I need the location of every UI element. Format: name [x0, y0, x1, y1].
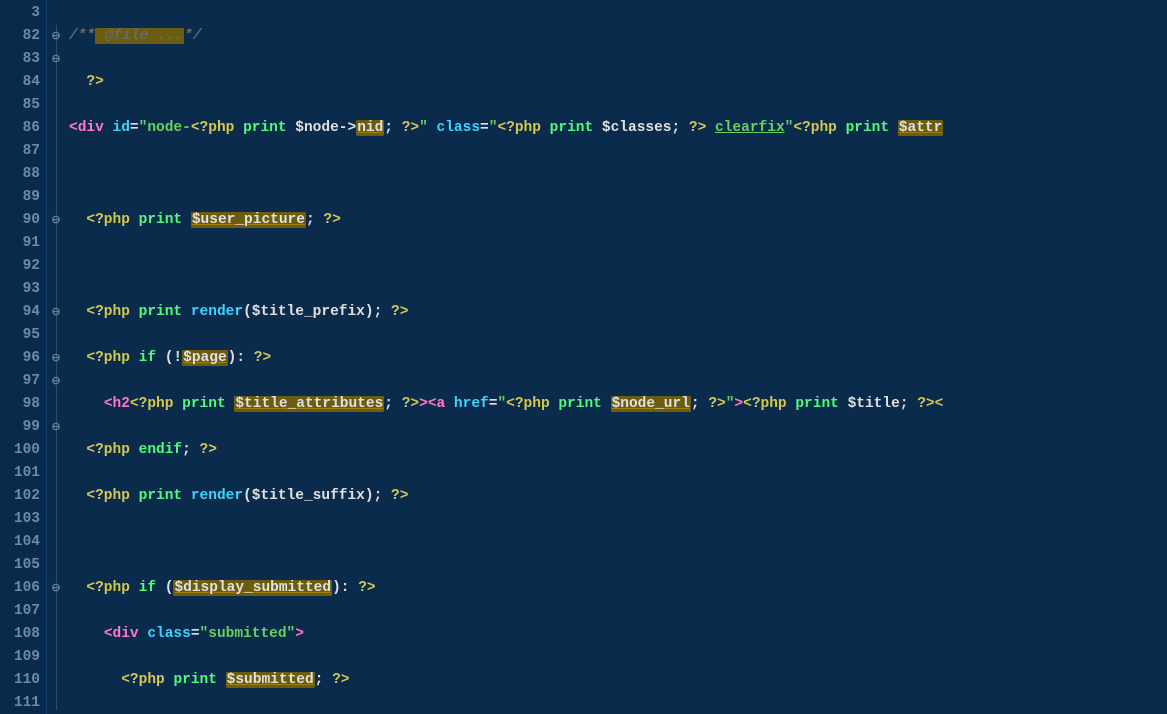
line-number: 85: [0, 94, 46, 117]
line-number: 108: [0, 623, 46, 646]
fold-marker[interactable]: [47, 554, 65, 577]
line-number: 90: [0, 209, 46, 232]
code-line[interactable]: /** @file ...*/: [69, 25, 1167, 48]
line-number: 104: [0, 531, 46, 554]
fold-marker[interactable]: [47, 600, 65, 623]
line-number: 109: [0, 646, 46, 669]
fold-marker[interactable]: ⊖: [47, 370, 65, 393]
fold-marker[interactable]: [47, 163, 65, 186]
fold-marker[interactable]: ⊖: [47, 209, 65, 232]
line-number: 102: [0, 485, 46, 508]
code-editor[interactable]: 3 82 83 84 85 86 87 88 89 90 91 92 93 94…: [0, 0, 1167, 714]
fold-marker[interactable]: [47, 692, 65, 714]
line-number: 88: [0, 163, 46, 186]
fold-marker[interactable]: [47, 140, 65, 163]
line-number: 110: [0, 669, 46, 692]
fold-marker[interactable]: [47, 646, 65, 669]
fold-marker[interactable]: ⊖: [47, 347, 65, 370]
line-number: 111: [0, 692, 46, 714]
line-number: 84: [0, 71, 46, 94]
fold-marker[interactable]: [47, 393, 65, 416]
fold-marker[interactable]: ⊖: [47, 48, 65, 71]
fold-marker[interactable]: [47, 71, 65, 94]
fold-marker[interactable]: [47, 117, 65, 140]
code-line[interactable]: <?php print $user_picture; ?>: [69, 209, 1167, 232]
line-number: 82: [0, 25, 46, 48]
line-number: 83: [0, 48, 46, 71]
code-line[interactable]: <div class="submitted">: [69, 623, 1167, 646]
code-line[interactable]: <div id="node-<?php print $node->nid; ?>…: [69, 117, 1167, 140]
fold-marker[interactable]: [47, 186, 65, 209]
line-number: 101: [0, 462, 46, 485]
line-number: 105: [0, 554, 46, 577]
line-number: 95: [0, 324, 46, 347]
line-number: 3: [0, 2, 46, 25]
line-number: 97: [0, 370, 46, 393]
code-line[interactable]: [69, 255, 1167, 278]
line-number: 99: [0, 416, 46, 439]
line-number: 98: [0, 393, 46, 416]
code-line[interactable]: <?php endif; ?>: [69, 439, 1167, 462]
fold-marker[interactable]: [47, 462, 65, 485]
fold-marker[interactable]: [47, 255, 65, 278]
fold-marker[interactable]: [47, 232, 65, 255]
line-number: 92: [0, 255, 46, 278]
code-line[interactable]: <?php if (!$page): ?>: [69, 347, 1167, 370]
line-number: 106: [0, 577, 46, 600]
code-line[interactable]: <?php print render($title_suffix); ?>: [69, 485, 1167, 508]
code-line[interactable]: <?php if ($display_submitted): ?>: [69, 577, 1167, 600]
fold-marker[interactable]: [47, 623, 65, 646]
fold-column: ⊖ ⊖ ⊖ ⊖ ⊖ ⊖ ⊖ ⊖ ⊖: [47, 0, 65, 714]
line-number: 103: [0, 508, 46, 531]
line-number: 87: [0, 140, 46, 163]
line-number: 100: [0, 439, 46, 462]
fold-marker[interactable]: [47, 439, 65, 462]
code-line[interactable]: <?php print $submitted; ?>: [69, 669, 1167, 692]
line-number: 89: [0, 186, 46, 209]
fold-marker[interactable]: [47, 94, 65, 117]
line-number-gutter: 3 82 83 84 85 86 87 88 89 90 91 92 93 94…: [0, 0, 47, 714]
line-number: 107: [0, 600, 46, 623]
fold-marker[interactable]: ⊖: [47, 416, 65, 439]
fold-marker[interactable]: [47, 508, 65, 531]
fold-marker[interactable]: [47, 278, 65, 301]
fold-marker[interactable]: [47, 2, 65, 25]
code-area[interactable]: /** @file ...*/ ?> <div id="node-<?php p…: [65, 0, 1167, 714]
line-number: 93: [0, 278, 46, 301]
code-line[interactable]: ?>: [69, 71, 1167, 94]
fold-marker[interactable]: ⊖: [47, 25, 65, 48]
fold-marker[interactable]: [47, 669, 65, 692]
code-line[interactable]: <h2<?php print $title_attributes; ?>><a …: [69, 393, 1167, 416]
code-line[interactable]: [69, 531, 1167, 554]
code-line[interactable]: <?php print render($title_prefix); ?>: [69, 301, 1167, 324]
code-line[interactable]: [69, 163, 1167, 186]
line-number: 91: [0, 232, 46, 255]
fold-marker[interactable]: [47, 485, 65, 508]
fold-marker[interactable]: [47, 324, 65, 347]
line-number: 86: [0, 117, 46, 140]
fold-marker[interactable]: ⊖: [47, 301, 65, 324]
line-number: 96: [0, 347, 46, 370]
line-number: 94: [0, 301, 46, 324]
fold-marker[interactable]: [47, 531, 65, 554]
fold-marker[interactable]: ⊖: [47, 577, 65, 600]
